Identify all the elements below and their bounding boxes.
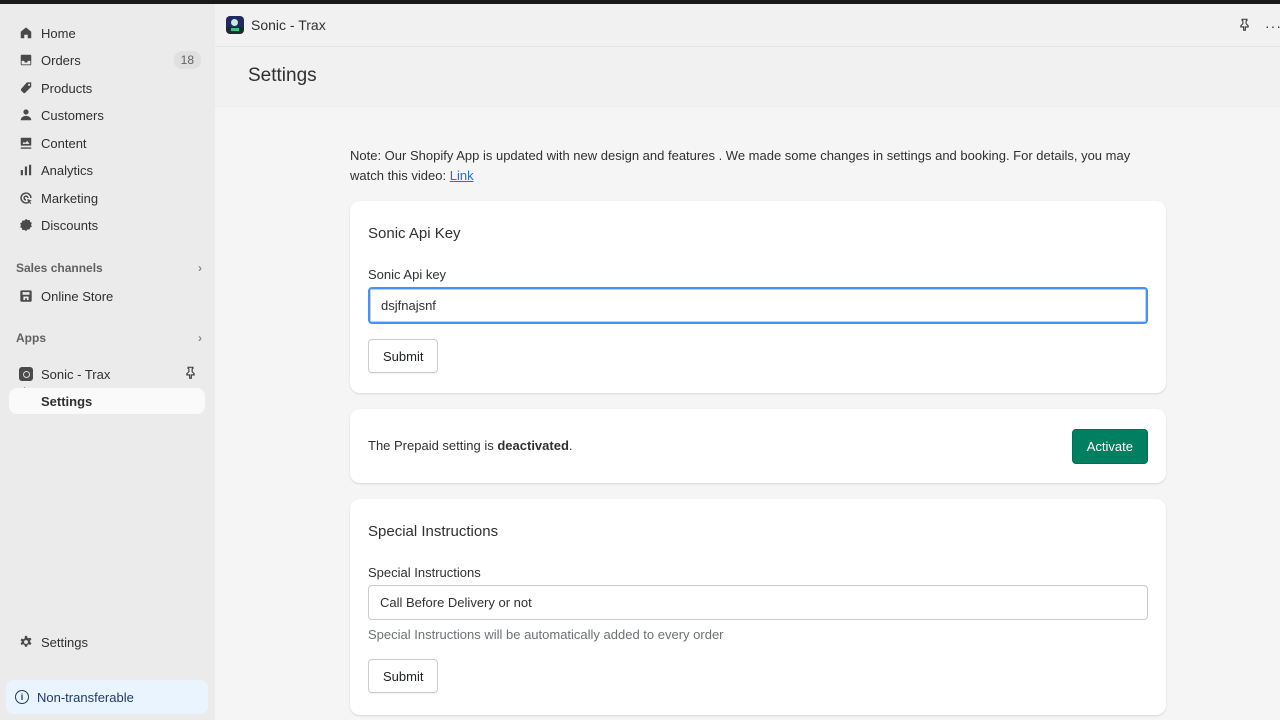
main-content: Sonic - Trax ··· Settings Note: Our Shop… (215, 4, 1280, 720)
sidebar-item-label: Analytics (41, 162, 94, 178)
sidebar-item-discounts[interactable]: Discounts (9, 212, 205, 238)
prepaid-status: deactivated (497, 438, 569, 453)
sidebar-item-sonic-trax[interactable]: Sonic - Trax (9, 361, 205, 387)
info-icon: i (15, 690, 29, 704)
prepaid-text-suffix: . (568, 438, 573, 453)
sidebar-item-customers[interactable]: Customers (9, 102, 205, 128)
sidebar: Home Orders 18 Products Customers Conten… (0, 4, 215, 720)
prepaid-text-prefix: The Prepaid setting is (368, 438, 498, 453)
store-icon (18, 288, 34, 304)
sidebar-subitem-label: Settings (41, 393, 93, 409)
special-instructions-help: Special Instructions will be automatical… (368, 627, 724, 642)
sales-channels-header[interactable]: Sales channels › (16, 258, 202, 278)
orders-icon (18, 52, 34, 68)
api-key-submit-button[interactable]: Submit (368, 339, 439, 373)
sidebar-item-label: Marketing (41, 190, 99, 206)
special-instructions-input[interactable] (368, 585, 1148, 620)
app-icon (18, 366, 34, 382)
apps-label: Apps (16, 331, 46, 345)
update-note: Note: Our Shopify App is updated with ne… (350, 146, 1160, 186)
app-logo-icon (226, 16, 244, 34)
bar-chart-icon (18, 162, 34, 178)
sidebar-item-label: Orders (41, 52, 81, 68)
image-icon (18, 135, 34, 151)
sidebar-item-marketing[interactable]: Marketing (9, 185, 205, 211)
sidebar-subitem-settings[interactable]: Settings (9, 388, 205, 414)
api-key-card-title: Sonic Api Key (368, 225, 461, 242)
sidebar-item-label: Home (41, 25, 76, 41)
apps-header[interactable]: Apps › (16, 328, 202, 348)
pin-icon[interactable] (184, 366, 197, 382)
discount-icon (18, 217, 34, 233)
sidebar-item-products[interactable]: Products (9, 75, 205, 101)
sidebar-item-label: Customers (41, 107, 104, 123)
sidebar-item-label: Sonic - Trax (41, 366, 111, 382)
special-instructions-submit-button[interactable]: Submit (368, 659, 439, 693)
chevron-right-icon: › (198, 261, 202, 275)
sales-channels-label: Sales channels (16, 261, 103, 275)
pin-icon[interactable] (1238, 18, 1251, 34)
sidebar-item-online-store[interactable]: Online Store (9, 283, 205, 309)
prepaid-card: The Prepaid setting is deactivated. Acti… (350, 409, 1166, 483)
activate-button[interactable]: Activate (1071, 429, 1148, 464)
sidebar-item-analytics[interactable]: Analytics (9, 157, 205, 183)
sidebar-item-content[interactable]: Content (9, 130, 205, 156)
app-title: Sonic - Trax (251, 17, 326, 33)
sidebar-item-orders[interactable]: Orders 18 (9, 47, 205, 73)
more-options-icon[interactable]: ··· (1265, 18, 1280, 34)
gear-icon (18, 634, 34, 650)
special-instructions-card-title: Special Instructions (368, 523, 499, 540)
prepaid-status-text: The Prepaid setting is deactivated. (368, 438, 573, 453)
orders-count-badge: 18 (173, 51, 201, 69)
video-link[interactable]: Link (450, 168, 474, 183)
person-icon (18, 107, 34, 123)
target-icon (18, 190, 34, 206)
app-header: Sonic - Trax ··· (215, 4, 1280, 47)
special-instructions-label: Special Instructions (368, 565, 481, 580)
non-transferable-banner[interactable]: i Non-transferable (6, 680, 208, 714)
sidebar-item-label: Products (41, 80, 93, 96)
tag-icon (18, 80, 34, 96)
non-transferable-label: Non-transferable (37, 689, 134, 705)
special-instructions-card: Special Instructions Special Instruction… (350, 499, 1166, 715)
chevron-right-icon: › (198, 331, 202, 345)
home-icon (18, 25, 34, 41)
page-title: Settings (248, 65, 317, 86)
sidebar-item-label: Settings (41, 634, 88, 650)
api-key-label: Sonic Api key (368, 267, 447, 282)
sidebar-item-label: Discounts (41, 217, 99, 233)
sidebar-item-label: Online Store (41, 288, 114, 304)
title-bar: Settings (215, 47, 1280, 107)
api-key-card: Sonic Api Key Sonic Api key Submit (350, 201, 1166, 393)
sidebar-item-home[interactable]: Home (9, 20, 205, 46)
sidebar-item-settings[interactable]: Settings (9, 629, 205, 655)
sidebar-item-label: Content (41, 135, 87, 151)
api-key-input[interactable] (368, 287, 1148, 324)
